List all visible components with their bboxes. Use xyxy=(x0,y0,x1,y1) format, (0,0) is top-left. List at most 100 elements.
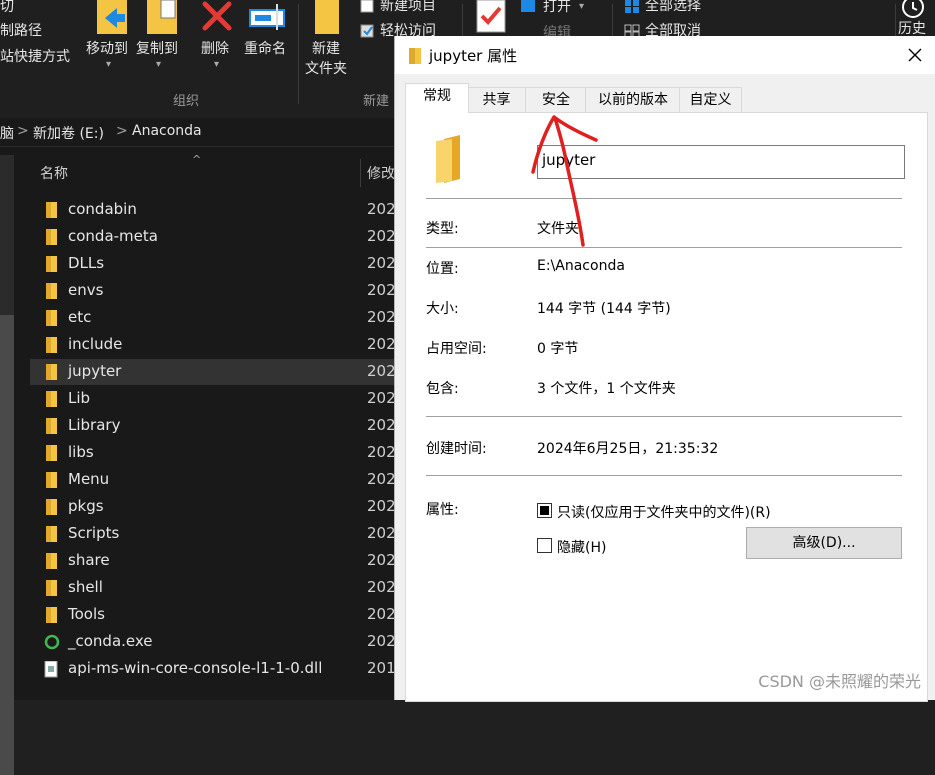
readonly-checkbox[interactable] xyxy=(537,503,552,518)
file-name: Library xyxy=(68,416,121,434)
file-row[interactable]: envs 202 xyxy=(30,278,400,304)
ribbon-group-organize: 组织 xyxy=(173,94,200,109)
file-name: libs xyxy=(68,443,94,461)
file-row[interactable]: DLLs 202 xyxy=(30,251,400,277)
chevron-down-icon: ▾ xyxy=(106,59,112,70)
advanced-button[interactable]: 高级(D)... xyxy=(746,527,902,559)
copy-to-icon xyxy=(147,0,177,34)
created-value: 2024年6月25日，21:35:32 xyxy=(537,441,719,457)
file-row[interactable]: condabin 202 xyxy=(30,197,400,223)
paste-shortcut-button[interactable]: 站快捷方式 xyxy=(0,48,70,66)
open-icon xyxy=(521,0,535,12)
folder-name-input[interactable]: jupyter xyxy=(537,145,905,179)
separator xyxy=(426,198,902,199)
chevron-down-icon: ▾ xyxy=(579,1,585,12)
readonly-label[interactable]: 只读(仅应用于文件夹中的文件)(R) xyxy=(557,502,771,522)
tab-sharing[interactable]: 共享 xyxy=(466,87,527,112)
nav-pane-scrollbar[interactable] xyxy=(0,155,14,775)
close-button[interactable] xyxy=(900,40,930,70)
hidden-label[interactable]: 隐藏(H) xyxy=(557,537,606,557)
breadcrumb-folder[interactable]: Anaconda xyxy=(132,123,202,139)
file-date: 202 xyxy=(367,551,396,569)
folder-icon xyxy=(46,202,57,218)
file-row[interactable]: api-ms-win-core-console-l1-1-0.dll 201 xyxy=(30,656,400,682)
move-to-icon xyxy=(97,0,127,34)
breadcrumb-partial[interactable]: 脑 xyxy=(0,123,14,143)
file-name: Scripts xyxy=(68,524,120,542)
file-name: include xyxy=(68,335,123,353)
sort-up-icon: ^ xyxy=(192,153,202,166)
separator xyxy=(426,416,902,417)
folder-icon xyxy=(46,364,57,380)
new-item-icon xyxy=(360,0,374,13)
hidden-checkbox[interactable] xyxy=(537,538,552,553)
folder-icon xyxy=(46,445,57,461)
folder-icon xyxy=(46,580,57,596)
ribbon-partial-item[interactable]: 切 xyxy=(0,0,14,16)
folder-icon xyxy=(46,607,57,623)
file-date: 202 xyxy=(367,227,396,245)
separator xyxy=(426,247,902,248)
column-divider[interactable] xyxy=(360,159,361,187)
file-name: api-ms-win-core-console-l1-1-0.dll xyxy=(68,659,323,677)
close-icon xyxy=(908,48,922,62)
folder-icon xyxy=(46,472,57,488)
file-date: 202 xyxy=(367,605,396,623)
copy-path-button[interactable]: 制路径 xyxy=(0,22,42,40)
breadcrumb-drive[interactable]: 新加卷 (E:) xyxy=(33,123,104,143)
file-row[interactable]: Scripts 202 xyxy=(30,521,400,547)
tab-general[interactable]: 常规 xyxy=(405,83,469,113)
file-row[interactable]: share 202 xyxy=(30,548,400,574)
folder-name-value: jupyter xyxy=(542,151,596,169)
file-row[interactable]: Library 202 xyxy=(30,413,400,439)
file-row[interactable]: etc 202 xyxy=(30,305,400,331)
folder-icon xyxy=(46,229,57,245)
scrollbar-thumb[interactable] xyxy=(0,315,14,775)
file-row[interactable]: include 202 xyxy=(30,332,400,358)
folder-icon xyxy=(46,337,57,353)
tab-security[interactable]: 安全 xyxy=(525,87,587,112)
file-row[interactable]: libs 202 xyxy=(30,440,400,466)
file-row[interactable]: Lib 202 xyxy=(30,386,400,412)
file-name: DLLs xyxy=(68,254,105,272)
folder-icon xyxy=(46,553,57,569)
created-label: 创建时间: xyxy=(426,441,487,457)
file-name: jupyter xyxy=(68,362,122,380)
column-name-header[interactable]: 名称 xyxy=(40,163,68,183)
file-date: 202 xyxy=(367,578,396,596)
folder-icon xyxy=(46,283,57,299)
file-row[interactable]: pkgs 202 xyxy=(30,494,400,520)
folder-icon xyxy=(46,526,57,542)
address-bar[interactable]: 脑 > 新加卷 (E:) > Anaconda xyxy=(0,118,400,147)
file-date: 202 xyxy=(367,389,396,407)
file-date: 202 xyxy=(367,362,396,380)
properties-dialog: jupyter 属性 常规 共享 安全 以前的版本 自定义 jupyter 类型… xyxy=(394,36,935,702)
column-modified-header[interactable]: 修改 xyxy=(367,163,395,183)
folder-icon xyxy=(46,310,57,326)
tab-previous-versions[interactable]: 以前的版本 xyxy=(585,87,681,112)
tab-customize[interactable]: 自定义 xyxy=(679,87,742,112)
file-row[interactable]: _conda.exe 202 xyxy=(30,629,400,655)
size-value: 144 字节 (144 字节) xyxy=(537,301,671,317)
file-row[interactable]: jupyter 202 xyxy=(30,359,400,385)
contains-value: 3 个文件，1 个文件夹 xyxy=(537,381,676,397)
folder-icon xyxy=(409,48,421,64)
file-row[interactable]: Tools 202 xyxy=(30,602,400,628)
file-name: condabin xyxy=(68,200,137,218)
general-tab-panel: jupyter 类型: 文件夹 位置: E:\Anaconda 大小: 144 … xyxy=(405,112,928,702)
dialog-titlebar[interactable]: jupyter 属性 xyxy=(395,36,935,74)
file-date: 202 xyxy=(367,632,396,650)
open-label: 打开 xyxy=(543,0,571,15)
file-date: 202 xyxy=(367,470,396,488)
size-on-disk-value: 0 字节 xyxy=(537,341,579,357)
file-date: 202 xyxy=(367,308,396,326)
type-value: 文件夹 xyxy=(537,221,579,237)
file-row[interactable]: shell 202 xyxy=(30,575,400,601)
new-folder-label-line1: 新建 xyxy=(312,41,340,57)
file-name: shell xyxy=(68,578,103,596)
file-date: 201 xyxy=(367,659,396,677)
file-row[interactable]: conda-meta 202 xyxy=(30,224,400,250)
file-row[interactable]: Menu 202 xyxy=(30,467,400,493)
new-item-label: 新建项目 xyxy=(380,0,436,14)
separator xyxy=(426,475,902,476)
